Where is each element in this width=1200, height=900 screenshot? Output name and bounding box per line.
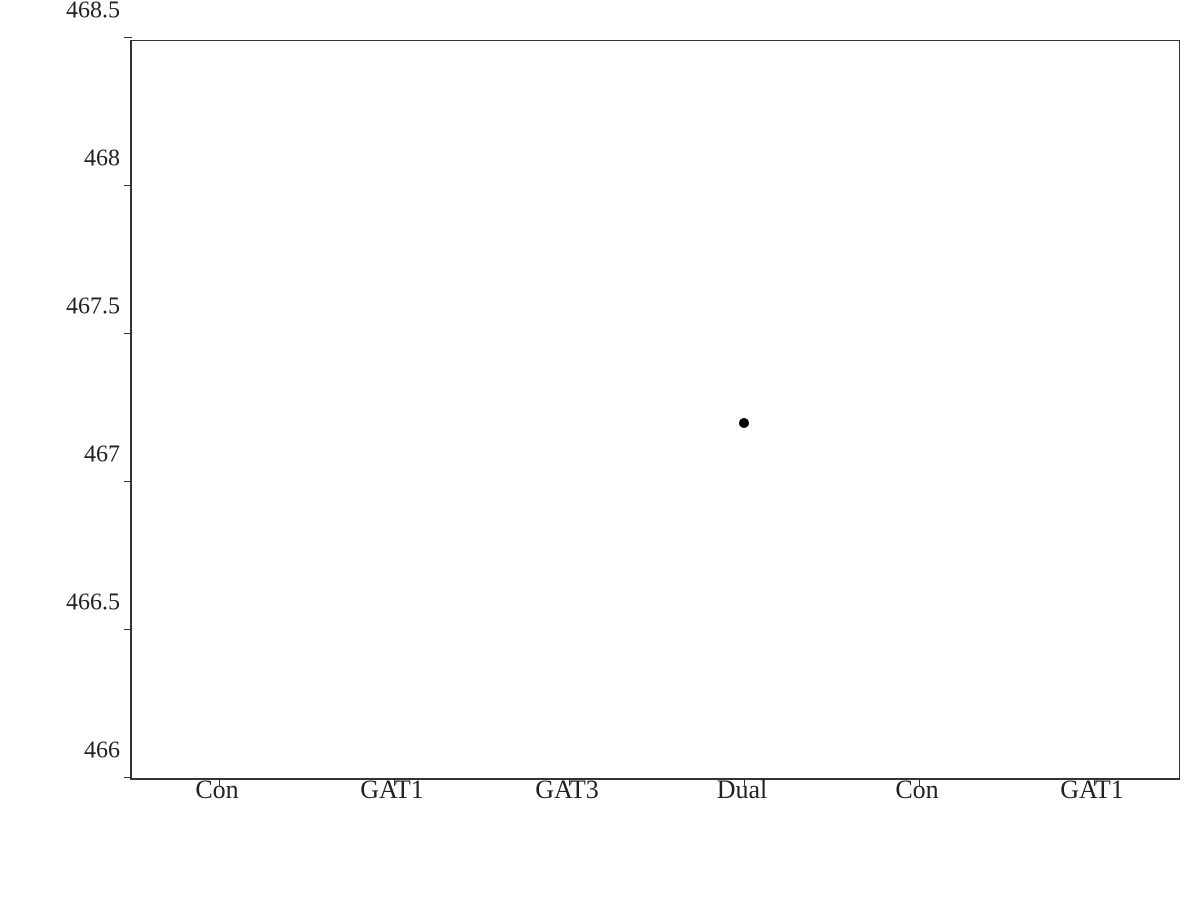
y-label-467: 467 (84, 442, 120, 469)
y-label-4685: 468.5 (66, 0, 120, 25)
tick-y-4665 (124, 629, 132, 630)
x-label-con1: Con (195, 775, 238, 805)
tick-y-466 (124, 777, 132, 778)
tick-y-467 (124, 481, 132, 482)
x-label-gat3: GAT3 (535, 775, 599, 805)
chart-container: Burst onset time (ms) 466.5 467 467.5 46… (0, 0, 1200, 900)
tick-y-4675 (124, 333, 132, 334)
y-label-468: 468 (84, 146, 120, 173)
tick-y-4685 (124, 37, 132, 38)
tick-y-468 (124, 185, 132, 186)
y-label-4675: 467.5 (66, 294, 120, 321)
x-label-gat1-1: GAT1 (360, 775, 424, 805)
y-label-4665: 466.5 (66, 590, 120, 617)
chart-area: 466.5 467 467.5 468 468.5 466 (130, 40, 1180, 780)
y-label-466: 466 (84, 738, 120, 765)
data-point-dual (739, 418, 749, 428)
x-label-gat1-2: GAT1 (1060, 775, 1124, 805)
x-label-dual: Dual (717, 775, 768, 805)
x-label-con2: Con (895, 775, 938, 805)
